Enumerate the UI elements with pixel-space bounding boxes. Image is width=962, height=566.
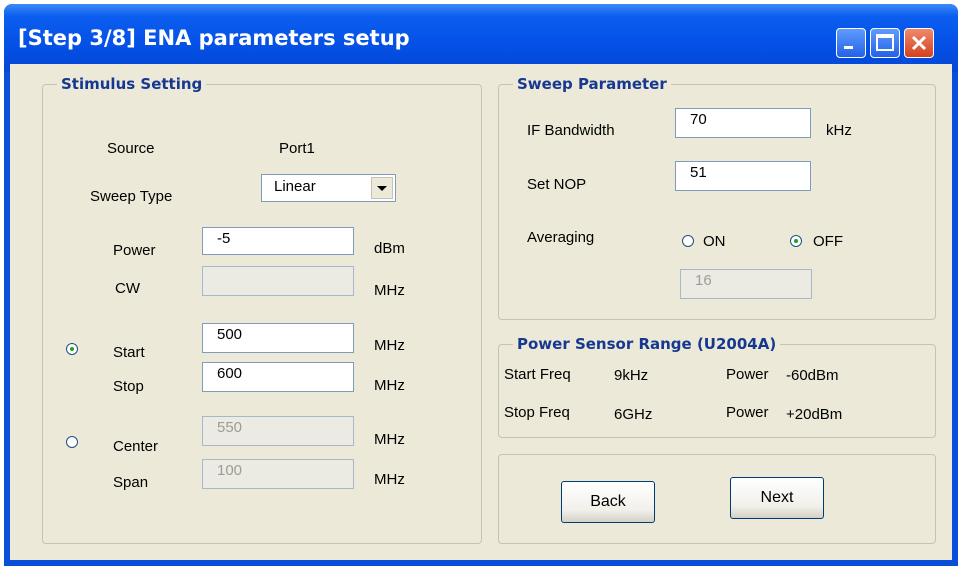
averaging-off-radio[interactable]: [790, 235, 802, 247]
center-span-radio[interactable]: [66, 436, 78, 448]
dialog-client-area: Stimulus Setting Source Port1 Sweep Type…: [10, 64, 952, 560]
sweep-type-value: Linear: [274, 178, 316, 195]
maximize-icon: [876, 34, 894, 51]
cw-input[interactable]: [202, 266, 354, 296]
radio-selected-dot: [70, 347, 74, 351]
start-stop-radio[interactable]: [66, 343, 78, 355]
start-label: Start: [113, 344, 145, 361]
minimize-icon: [844, 46, 853, 49]
center-unit: MHz: [374, 431, 405, 448]
start-input[interactable]: 500: [202, 323, 354, 353]
averaging-on-radio[interactable]: [682, 235, 694, 247]
span-label: Span: [113, 474, 149, 491]
power-sensor-range-group: Power Sensor Range (U2004A): [498, 335, 936, 438]
sensor-stop-freq-label: Stop Freq: [504, 404, 570, 421]
if-bandwidth-label: IF Bandwidth: [527, 122, 615, 139]
source-value: Port1: [279, 140, 315, 157]
center-input[interactable]: 550: [202, 416, 354, 446]
sensor-stop-power-label: Power: [726, 404, 769, 421]
if-bandwidth-input[interactable]: 70: [675, 108, 811, 138]
close-icon: [911, 35, 927, 51]
sweep-type-select[interactable]: Linear: [261, 174, 396, 202]
chevron-down-icon: [377, 186, 387, 191]
if-bandwidth-unit: kHz: [826, 122, 852, 139]
averaging-count-input[interactable]: 16: [680, 269, 812, 299]
nop-input[interactable]: 51: [675, 161, 811, 191]
radio-selected-dot: [794, 239, 798, 243]
center-label: Center: [113, 438, 159, 455]
nop-label: Set NOP: [527, 176, 587, 193]
close-button[interactable]: [904, 28, 934, 58]
dialog-window: [Step 3/8] ENA parameters setup Stimulus…: [4, 4, 958, 566]
stop-label: Stop: [113, 378, 144, 395]
start-unit: MHz: [374, 337, 405, 354]
sweep-type-label: Sweep Type: [90, 188, 173, 205]
back-button[interactable]: Back: [561, 481, 655, 523]
sweep-type-dropdown-button[interactable]: [371, 177, 393, 199]
span-input[interactable]: 100: [202, 459, 354, 489]
span-unit: MHz: [374, 471, 405, 488]
sensor-start-freq-value: 9kHz: [614, 367, 649, 384]
sweep-parameter-legend: Sweep Parameter: [513, 75, 671, 93]
sensor-start-power-label: Power: [726, 366, 769, 383]
power-input[interactable]: -5: [202, 227, 354, 255]
averaging-label: Averaging: [527, 229, 595, 246]
stop-unit: MHz: [374, 377, 405, 394]
sensor-stop-power-value: +20dBm: [786, 406, 843, 423]
sensor-stop-freq-value: 6GHz: [614, 406, 653, 423]
maximize-button[interactable]: [870, 28, 900, 58]
minimize-button[interactable]: [836, 28, 866, 58]
stop-input[interactable]: 600: [202, 362, 354, 392]
sensor-start-freq-label: Start Freq: [504, 366, 571, 383]
power-unit: dBm: [374, 240, 405, 257]
cw-unit: MHz: [374, 282, 405, 299]
source-label: Source: [107, 140, 155, 157]
power-sensor-range-legend: Power Sensor Range (U2004A): [513, 335, 781, 353]
power-label: Power: [113, 242, 156, 259]
cw-label: CW: [115, 280, 140, 297]
stimulus-setting-legend: Stimulus Setting: [57, 75, 207, 93]
next-button[interactable]: Next: [730, 477, 824, 519]
sensor-start-power-value: -60dBm: [786, 367, 839, 384]
averaging-off-label: OFF: [813, 233, 843, 250]
averaging-on-label: ON: [703, 233, 726, 250]
title-bar[interactable]: [Step 3/8] ENA parameters setup: [4, 4, 958, 72]
window-title: [Step 3/8] ENA parameters setup: [18, 26, 410, 50]
